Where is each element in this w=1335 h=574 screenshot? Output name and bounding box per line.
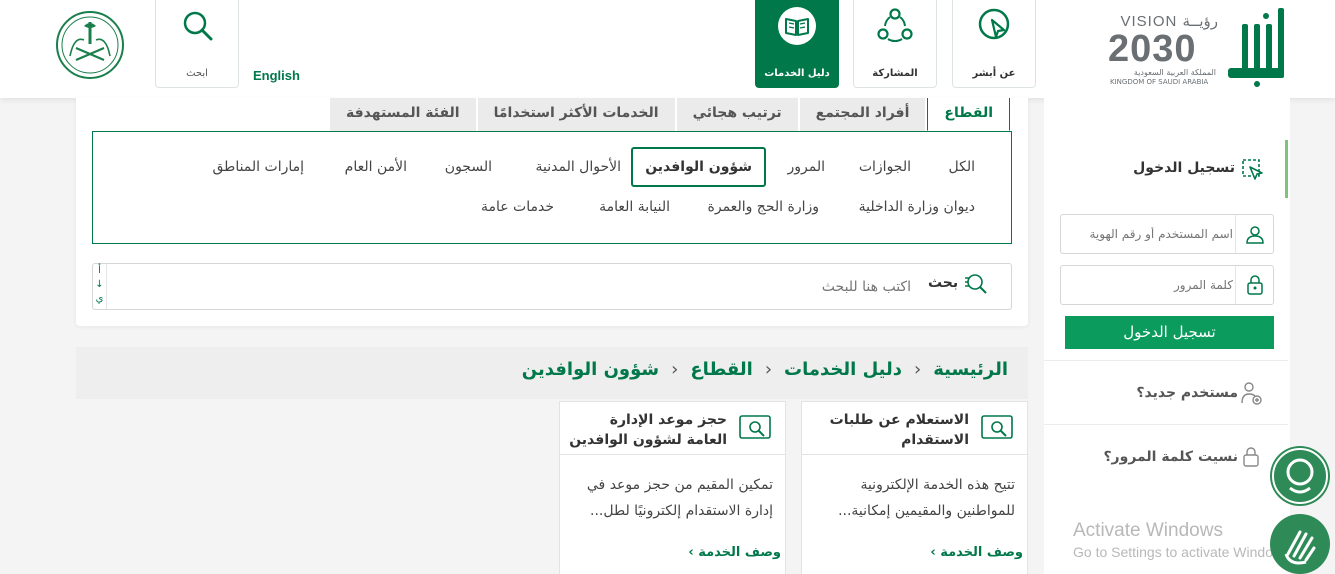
breadcrumb-separator: › (671, 359, 679, 380)
nav-participation[interactable]: المشاركة (853, 0, 937, 88)
password-field (1060, 265, 1274, 305)
add-user-icon (1241, 382, 1262, 405)
category-civil-affairs[interactable]: الأحوال المدنية (536, 158, 622, 176)
category-moi-diwan[interactable]: ديوان وزارة الداخلية (859, 198, 975, 216)
chat-support-icon (1272, 448, 1328, 504)
card-divider (802, 454, 1027, 455)
login-sidebar: تسجيل الدخول تسجيل الدخول مستخدم جديد؟ (1044, 98, 1290, 574)
username-input[interactable] (1067, 223, 1233, 245)
tab-community-members[interactable]: أفراد المجتمع (799, 98, 926, 131)
service-screen-icon (739, 415, 771, 439)
services-search-bar: أ ↓ ي بحث (92, 263, 1012, 310)
search-icon (183, 11, 213, 41)
service-description-link[interactable]: وصف الخدمة › (930, 545, 1023, 560)
username-field (1060, 214, 1274, 254)
password-input[interactable] (1067, 274, 1233, 296)
service-card-description: تمكين المقيم من حجز موعد في إدارة الاستق… (586, 477, 773, 519)
watermark-line2: Go to Settings to activate Windows. (1073, 544, 1294, 560)
category-box: الكل الجوازات المرور شؤون الوافدين الأحو… (92, 131, 1012, 244)
header-search-button[interactable]: ابحث (155, 0, 239, 88)
nav-participation-label: المشاركة (872, 68, 918, 79)
saudi-emblem (56, 11, 124, 79)
header-search-label: ابحث (186, 68, 208, 79)
tab-sector[interactable]: القطاع (927, 98, 1010, 131)
breadcrumb: الرئيسية › دليل الخدمات › القطاع › شؤون … (522, 359, 1008, 380)
breadcrumb-home[interactable]: الرئيسية (933, 359, 1008, 380)
windows-activation-watermark: Activate Windows Go to Settings to activ… (1073, 520, 1294, 560)
lock-icon (1235, 266, 1273, 304)
nav-services-label: دليل الخدمات (764, 68, 830, 79)
nav-about-absher[interactable]: عن أبشر (952, 0, 1036, 88)
book-icon (778, 7, 816, 45)
breadcrumb-strip: الرئيسية › دليل الخدمات › القطاع › شؤون … (76, 347, 1028, 399)
forgot-password-link[interactable]: نسيت كلمة المرور؟ (1044, 424, 1288, 488)
service-description-link[interactable]: وصف الخدمة › (688, 545, 781, 560)
services-search-button[interactable]: بحث (928, 272, 995, 294)
login-title: تسجيل الدخول (1133, 160, 1235, 176)
breadcrumb-separator: › (913, 359, 922, 380)
nav-about-label: عن أبشر (972, 68, 1016, 79)
new-user-link[interactable]: مستخدم جديد؟ (1044, 360, 1288, 424)
category-traffic[interactable]: المرور (788, 158, 826, 176)
category-prisons[interactable]: السجون (445, 158, 492, 176)
service-card-expat-appointment[interactable]: حجز موعد الإدارة العامة لشؤون الوافدين ت… (559, 401, 786, 574)
filter-tabs: القطاع أفراد المجتمع ترتيب هجائي الخدمات… (328, 98, 1010, 131)
login-cursor-icon (1242, 159, 1263, 180)
support-chat-button[interactable] (1270, 446, 1330, 506)
breadcrumb-sector[interactable]: القطاع (690, 359, 752, 380)
category-passports[interactable]: الجوازات (859, 158, 911, 176)
category-hajj-umrah[interactable]: وزارة الحج والعمرة (708, 198, 819, 216)
forgot-password-label: نسيت كلمة المرور؟ (1103, 449, 1238, 465)
hand-sign-icon (1284, 530, 1316, 565)
services-filter-panel: القطاع أفراد المجتمع ترتيب هجائي الخدمات… (76, 98, 1028, 326)
category-regions-emirates[interactable]: إمارات المناطق (213, 158, 305, 176)
search-button-label: بحث (927, 275, 959, 291)
user-icon (1235, 215, 1273, 253)
tab-most-used[interactable]: الخدمات الأكثر استخدامًا (477, 98, 675, 131)
search-zoom-icon (965, 274, 987, 294)
tab-target-group[interactable]: الفئة المستهدفة (330, 98, 476, 131)
service-card-description: تتيح هذه الخدمة الإلكترونية للمواطنين وا… (838, 477, 1015, 519)
vision-2030-logo: VISION رؤيــة 2030 المملكة العربية السعو… (1106, 12, 1218, 88)
sign-language-button[interactable] (1270, 514, 1330, 574)
vision-line4: KINGDOM OF SAUDI ARABIA (1110, 78, 1209, 86)
people-network-icon (877, 8, 913, 42)
top-header: VISION رؤيــة 2030 المملكة العربية السعو… (0, 0, 1335, 98)
service-screen-icon (981, 415, 1013, 439)
alpha-sort-toggle[interactable]: أ ↓ ي (93, 264, 107, 309)
category-public-security[interactable]: الأمن العام (345, 158, 407, 176)
nav-services-guide[interactable]: دليل الخدمات (755, 0, 839, 88)
service-card-recruitment-inquiry[interactable]: الاستعلام عن طلبات الاستقدام تتيح هذه ال… (801, 401, 1028, 574)
cursor-circle-icon (978, 8, 1010, 40)
watermark-line1: Activate Windows (1073, 520, 1223, 541)
tab-alphabetical[interactable]: ترتيب هجائي (676, 98, 798, 131)
login-button[interactable]: تسجيل الدخول (1065, 316, 1274, 349)
services-search-input[interactable] (231, 274, 911, 300)
category-all[interactable]: الكل (949, 158, 976, 176)
absher-logo[interactable] (1224, 8, 1288, 88)
service-card-title: الاستعلام عن طلبات الاستقدام (829, 412, 969, 448)
vision-year: 2030 (1108, 28, 1197, 70)
card-divider (560, 454, 785, 455)
breadcrumb-expatriates: شؤون الوافدين (521, 359, 660, 380)
breadcrumb-separator: › (764, 359, 773, 380)
language-switch-english[interactable]: English (253, 68, 300, 83)
category-public-prosecution[interactable]: النيابة العامة (599, 198, 670, 216)
new-user-label: مستخدم جديد؟ (1136, 385, 1238, 401)
breadcrumb-services-guide[interactable]: دليل الخدمات (784, 359, 902, 380)
vision-line3: المملكة العربية السعودية (1133, 68, 1216, 77)
category-expatriates[interactable]: شؤون الوافدين (631, 147, 766, 187)
lock-icon (1243, 447, 1259, 467)
category-general-services[interactable]: خدمات عامة (481, 198, 554, 216)
login-header: تسجيل الدخول (1044, 140, 1288, 198)
service-card-title: حجز موعد الإدارة العامة لشؤون الوافدين (569, 412, 727, 448)
